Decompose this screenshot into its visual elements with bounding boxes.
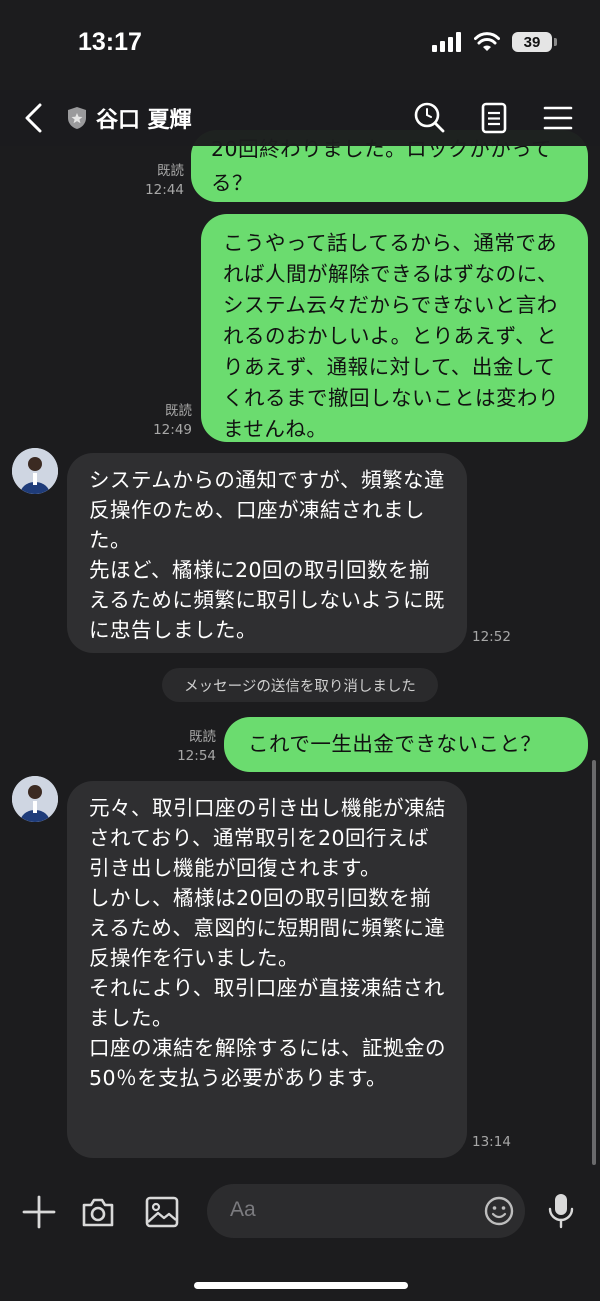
- chat-title: 谷口 夏輝: [96, 108, 192, 133]
- microphone-icon[interactable]: [546, 1192, 576, 1230]
- profile-photo-icon: [12, 776, 58, 822]
- notes-icon[interactable]: [476, 100, 512, 136]
- menu-icon[interactable]: [540, 100, 576, 136]
- image-icon[interactable]: [144, 1194, 180, 1230]
- message-time: 12:52: [472, 629, 511, 645]
- input-placeholder: Aa: [230, 1198, 256, 1221]
- message-time: 12:49: [153, 422, 192, 438]
- message-time: 13:14: [472, 1134, 511, 1150]
- back-arrow-icon[interactable]: [18, 100, 50, 136]
- message-meta: 13:14: [472, 1133, 522, 1152]
- wifi-icon: [474, 32, 500, 51]
- status-time: 13:17: [78, 28, 142, 56]
- avatar[interactable]: [12, 776, 58, 822]
- search-icon[interactable]: [411, 100, 447, 136]
- verified-shield-icon: [68, 107, 86, 129]
- message-meta: 12:52: [472, 628, 522, 647]
- message-time: 12:44: [145, 182, 184, 198]
- message-bubble-outgoing[interactable]: こうやって話してるから、通常であれば人間が解除できるはずなのに、システム云々だか…: [201, 214, 588, 442]
- battery-icon: 39: [512, 32, 557, 52]
- profile-photo-icon: [12, 448, 58, 494]
- message-meta: 既読 12:54: [152, 728, 216, 766]
- emoji-icon[interactable]: [483, 1195, 515, 1227]
- chat-area[interactable]: 20回終わりました。ロックかかってる？ 既読 12:44 こうやって話してるから…: [0, 90, 600, 1170]
- read-receipt: 既読: [157, 163, 184, 179]
- plus-icon[interactable]: [21, 1194, 57, 1230]
- system-notice: メッセージの送信を取り消しました: [162, 668, 438, 702]
- read-receipt: 既読: [189, 729, 216, 745]
- chat-header: 谷口 夏輝: [0, 90, 600, 146]
- read-receipt: 既読: [165, 403, 192, 419]
- message-input[interactable]: Aa: [207, 1184, 525, 1238]
- message-bubble-incoming[interactable]: 元々、取引口座の引き出し機能が凍結されており、通常取引を20回行えば引き出し機能…: [67, 781, 467, 1158]
- message-meta: 既読 12:44: [120, 162, 184, 200]
- message-bubble-outgoing[interactable]: これで一生出金できないこと？: [224, 717, 588, 772]
- message-time: 12:54: [177, 748, 216, 764]
- signal-icon: [432, 32, 461, 52]
- home-indicator[interactable]: [194, 1282, 408, 1289]
- message-meta: 既読 12:49: [128, 402, 192, 440]
- status-bar: 13:17 39: [0, 0, 600, 90]
- message-bubble-incoming[interactable]: システムからの通知ですが、頻繁な違反操作のため、口座が凍結されました。 先ほど、…: [67, 453, 467, 653]
- avatar[interactable]: [12, 448, 58, 494]
- scrollbar[interactable]: [592, 760, 596, 1165]
- camera-icon[interactable]: [80, 1194, 116, 1230]
